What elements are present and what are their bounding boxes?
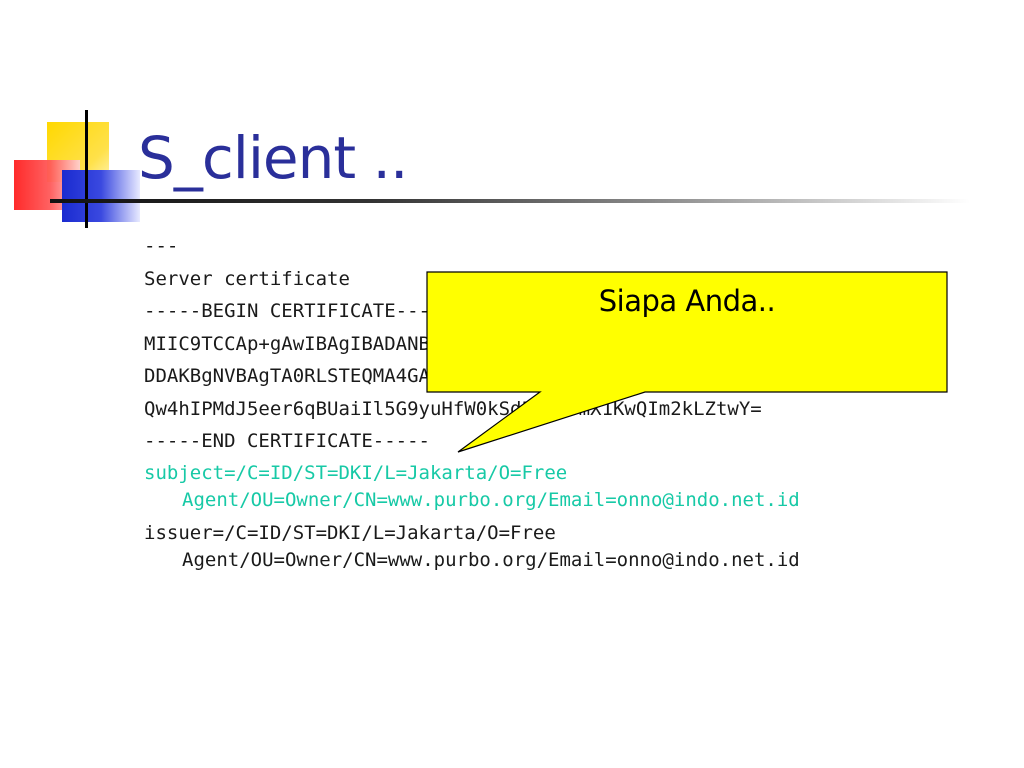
title-underline bbox=[50, 199, 970, 203]
content-line: DDAKBgNVBAgTA0RLSTEQMA4GA1UEBxMHSmFrYXJ0… bbox=[144, 365, 899, 387]
content-line: MIIC9TCCAp+gAwIBAgIBADANBgkqhkiG9w0BAQQF… bbox=[144, 332, 899, 355]
subject-line-1: subject=/C=ID/ST=DKI/L=Jakarta/O=Free bbox=[144, 461, 568, 484]
issuer-line-2: Agent/OU=Owner/CN=www.purbo.org/Email=on… bbox=[182, 548, 800, 571]
subject-line: subject=/C=ID/ST=DKI/L=Jakarta/O=Free Ag… bbox=[144, 460, 1004, 514]
logo-blue-square bbox=[62, 170, 140, 222]
slide-logo-graphic bbox=[0, 0, 160, 240]
logo-vertical-line bbox=[85, 110, 88, 228]
subject-line-2: Agent/OU=Owner/CN=www.purbo.org/Email=on… bbox=[182, 488, 800, 511]
slide-title: S_client .. bbox=[138, 124, 408, 192]
content-line: --- bbox=[144, 235, 179, 257]
content-line: Qw4hIPMdJ5eer6qBUaiIl5G9yuHfW0kSd58OVsmX… bbox=[144, 397, 762, 420]
issuer-line-1: issuer=/C=ID/ST=DKI/L=Jakarta/O=Free bbox=[144, 521, 556, 544]
slide: S_client .. --- Server certificate -----… bbox=[0, 0, 1024, 768]
callout-text: Siapa Anda.. bbox=[598, 284, 776, 318]
slide-content: --- Server certificate -----BEGIN CERTIF… bbox=[144, 230, 1004, 574]
content-line: -----END CERTIFICATE----- bbox=[144, 430, 430, 452]
issuer-line: issuer=/C=ID/ST=DKI/L=Jakarta/O=Free Age… bbox=[144, 520, 1004, 574]
